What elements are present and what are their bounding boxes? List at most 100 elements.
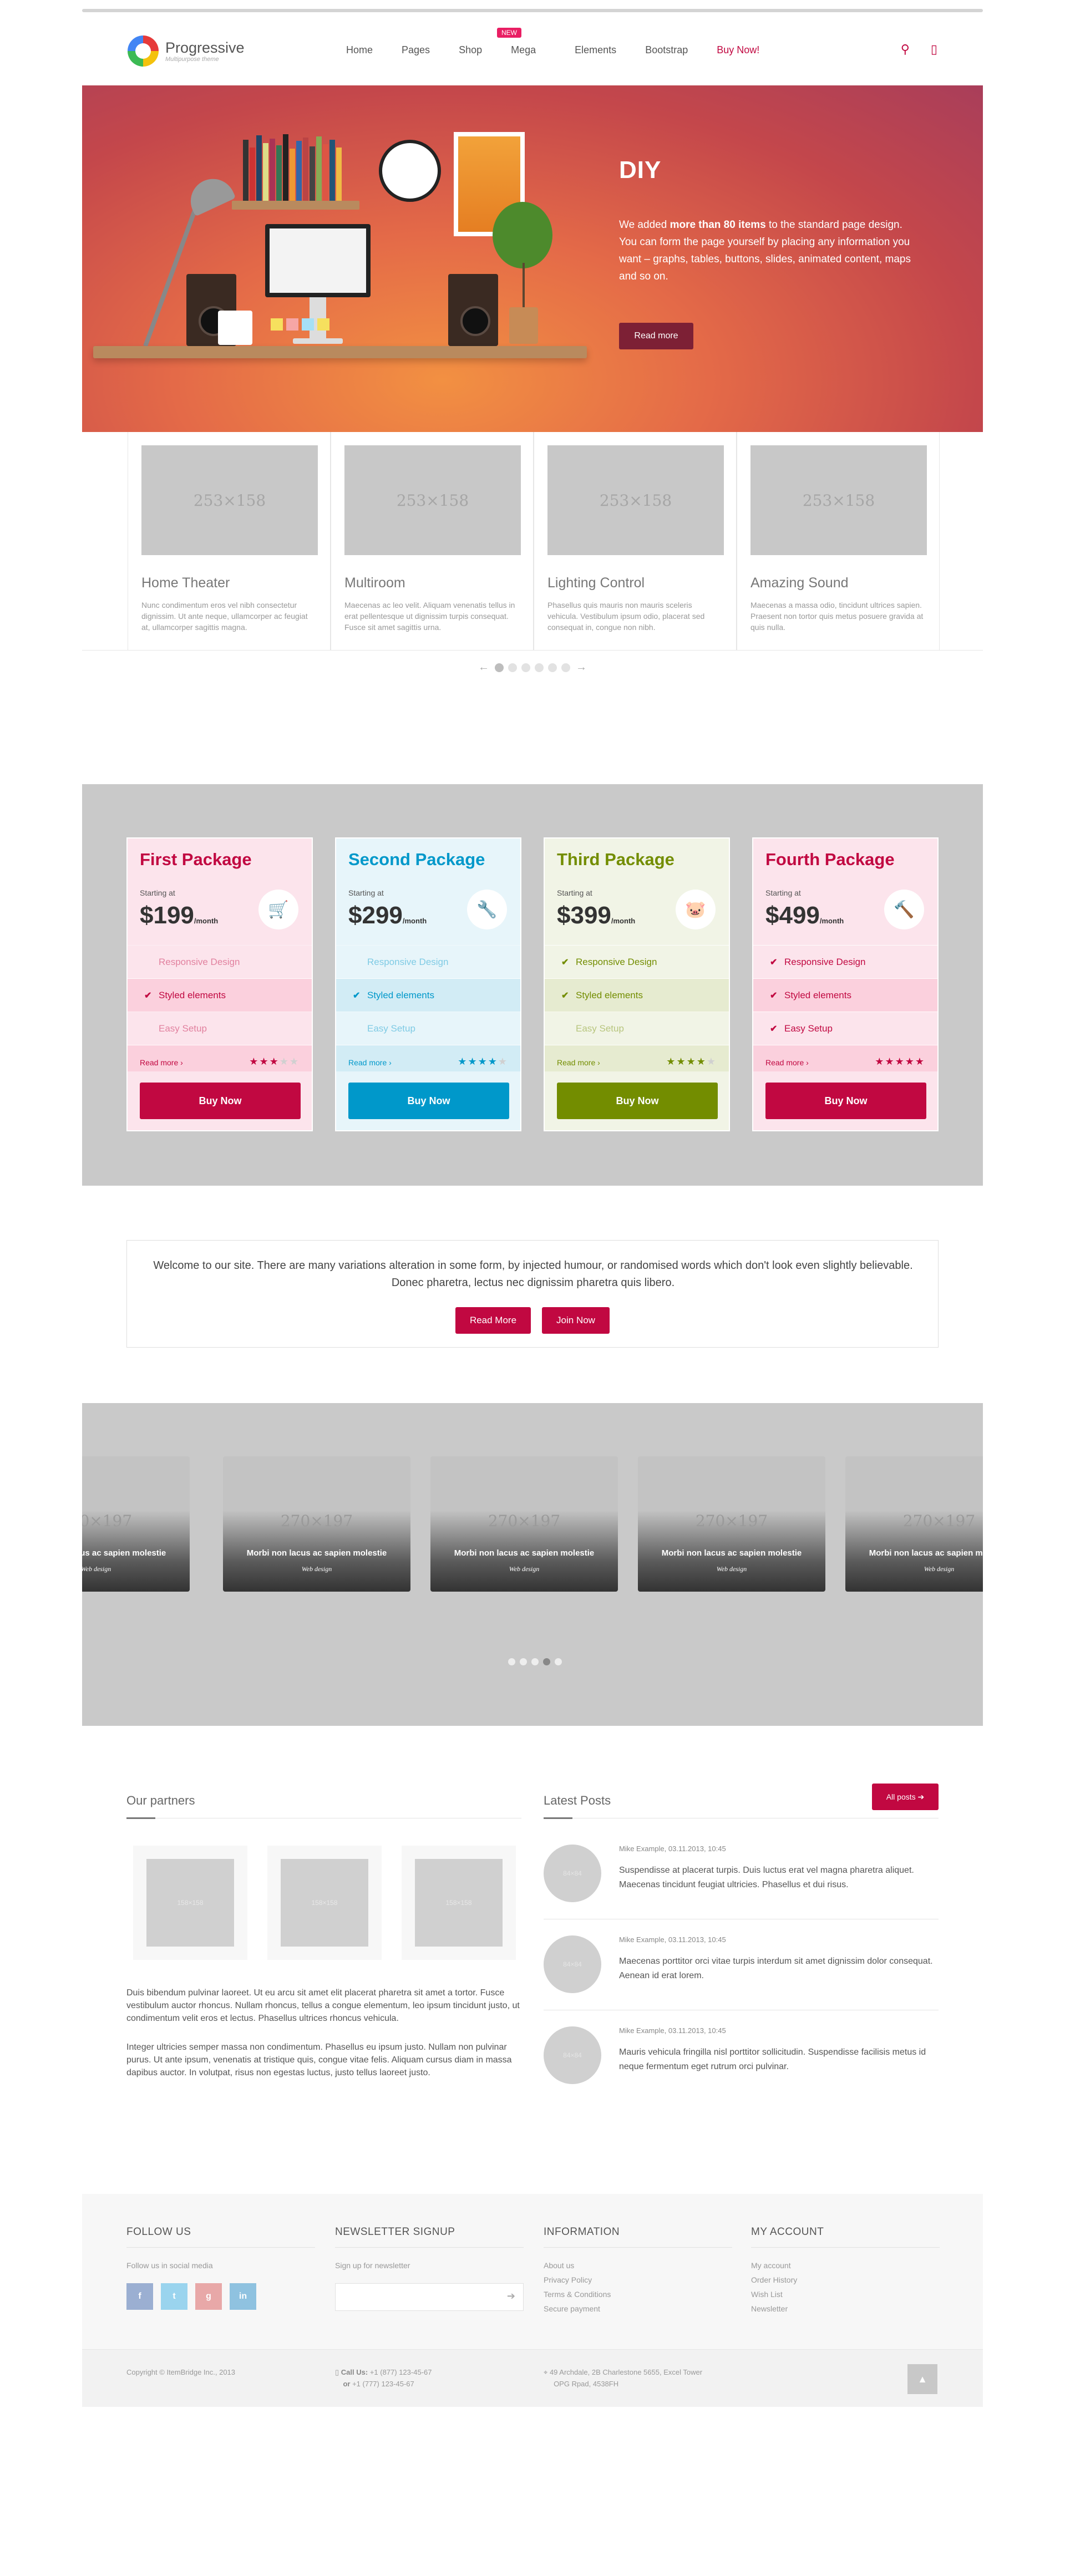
partner-logo[interactable]: 158×158 — [267, 1846, 382, 1960]
next-arrow-icon[interactable]: → — [576, 661, 587, 674]
google-plus-icon[interactable]: g — [195, 2283, 222, 2310]
pager-dot[interactable] — [495, 663, 504, 672]
read-more-button[interactable]: Read More — [455, 1307, 531, 1334]
footer-link[interactable]: Newsletter — [751, 2304, 940, 2313]
nav-mega[interactable]: Mega — [511, 44, 536, 56]
product-image[interactable]: 253×158 — [750, 445, 927, 555]
product-image[interactable]: 253×158 — [344, 445, 521, 555]
product-card[interactable]: 253×158 Home Theater Nunc condimentum er… — [128, 432, 331, 651]
post-text[interactable]: Suspendisse at placerat turpis. Duis luc… — [619, 1863, 939, 1892]
pager-dot[interactable] — [548, 663, 557, 672]
pager-dot[interactable] — [535, 663, 544, 672]
post-image[interactable]: 84×84 — [544, 1845, 601, 1902]
search-icon[interactable]: ⚲ — [901, 42, 910, 57]
portfolio-item[interactable]: 270×197 Morbi non lacus ac sapien molest… — [845, 1456, 983, 1592]
pager-dot[interactable] — [520, 1658, 527, 1665]
plan-read-more-link[interactable]: Read more › — [348, 1058, 392, 1067]
post-meta: Mike Example, 03.11.2013, 10:45 — [619, 1935, 726, 1944]
footer-link[interactable]: About us — [544, 2261, 732, 2270]
nav-pages[interactable]: Pages — [402, 44, 430, 56]
product-card[interactable]: 253×158 Amazing Sound Maecenas a massa o… — [737, 432, 940, 651]
portfolio-title[interactable]: Morbi non lacus ac sapien molestie — [845, 1548, 983, 1558]
plan-read-more-link[interactable]: Read more › — [765, 1058, 809, 1067]
join-now-button[interactable]: Join Now — [542, 1307, 610, 1334]
nav-shop[interactable]: Shop — [459, 44, 482, 56]
back-to-top-button[interactable]: ▲ — [907, 2364, 937, 2394]
linkedin-icon[interactable]: in — [230, 2283, 256, 2310]
product-title[interactable]: Home Theater — [141, 575, 230, 591]
pager-dot[interactable] — [555, 1658, 562, 1665]
product-image[interactable]: 253×158 — [547, 445, 724, 555]
pricing-plan: Second Package Starting at $299/month 🔧 Resp… — [335, 837, 521, 1131]
phone-icon: ▯ — [335, 2368, 339, 2376]
footer-link[interactable]: Terms & Conditions — [544, 2290, 732, 2299]
all-posts-button[interactable]: All posts ➔ — [872, 1784, 939, 1810]
nav-buy-now[interactable]: Buy Now! — [717, 44, 759, 56]
footer-link[interactable]: Secure payment — [544, 2304, 732, 2313]
product-image[interactable]: 253×158 — [141, 445, 318, 555]
partner-logo[interactable]: 158×158 — [133, 1846, 247, 1960]
newsletter-email-input[interactable] — [336, 2284, 496, 2309]
plan-rating: ★★★★★ — [249, 1056, 300, 1067]
pricing-plan: Third Package Starting at $399/month 🐷 ✔ Resp… — [544, 837, 730, 1131]
portfolio-item[interactable]: 270×197 Morbi non lacus ac sapien molest… — [430, 1456, 618, 1592]
check-icon: ✔ — [770, 957, 778, 967]
product-card[interactable]: 253×158 Multiroom Maecenas ac leo velit.… — [331, 432, 534, 651]
plan-feature: ✔ Styled elements — [753, 978, 937, 1012]
post-image[interactable]: 84×84 — [544, 1935, 601, 1993]
footer-link[interactable]: Privacy Policy — [544, 2275, 732, 2284]
footer-link[interactable]: Order History — [751, 2275, 940, 2284]
prev-arrow-icon[interactable]: ← — [478, 661, 489, 674]
pager-dot[interactable] — [521, 663, 530, 672]
piggy-bank-icon: 🐷 — [676, 890, 716, 929]
mobile-icon[interactable]: ▯ — [931, 42, 937, 57]
pager-dot[interactable] — [561, 663, 570, 672]
portfolio-item[interactable]: 270×197 Morbi non lacus ac sapien molest… — [638, 1456, 825, 1592]
portfolio-item[interactable]: 270×197 Morbi non lacus ac sapien molest… — [223, 1456, 410, 1592]
pager-dot[interactable] — [543, 1658, 550, 1665]
post-item[interactable]: 84×84 Mike Example, 03.11.2013, 10:45 Ma… — [544, 2026, 939, 2116]
new-badge: NEW — [497, 28, 521, 38]
post-meta: Mike Example, 03.11.2013, 10:45 — [619, 1845, 726, 1853]
pager-dot[interactable] — [508, 663, 517, 672]
plan-read-more-link[interactable]: Read more › — [557, 1058, 600, 1067]
footer-link[interactable]: My account — [751, 2261, 940, 2270]
nav-elements[interactable]: Elements — [575, 44, 616, 56]
partner-logo[interactable]: 158×158 — [402, 1846, 516, 1960]
nav-bootstrap[interactable]: Bootstrap — [645, 44, 688, 56]
plan-name: Third Package — [557, 850, 674, 869]
logo[interactable]: Progressive Multipurpose theme — [128, 35, 245, 67]
portfolio-title[interactable]: Morbi non lacus ac sapien molestie — [430, 1548, 618, 1558]
buy-now-button[interactable]: Buy Now — [765, 1083, 926, 1119]
plan-read-more-link[interactable]: Read more › — [140, 1058, 183, 1067]
post-text[interactable]: Mauris vehicula fringilla nisl porttitor… — [619, 2045, 939, 2074]
portfolio-title[interactable]: Morbi non lacus ac sapien molestie — [638, 1548, 825, 1558]
portfolio-item[interactable]: 270×197 Morbi non lacus ac sapien molest… — [82, 1456, 190, 1592]
newsletter-field: ➔ — [335, 2283, 524, 2311]
nav-home[interactable]: Home — [346, 44, 373, 56]
plan-feature: ✔ Styled elements — [336, 978, 520, 1012]
product-title[interactable]: Multiroom — [344, 575, 405, 591]
post-image[interactable]: 84×84 — [544, 2026, 601, 2084]
product-title[interactable]: Amazing Sound — [750, 575, 849, 591]
portfolio-carousel: 270×197 Morbi non lacus ac sapien molest… — [82, 1403, 983, 1726]
post-text[interactable]: Maecenas porttitor orci vitae turpis int… — [619, 1954, 939, 1983]
pager-dot[interactable] — [508, 1658, 515, 1665]
buy-now-button[interactable]: Buy Now — [348, 1083, 509, 1119]
arrow-right-icon[interactable]: ➔ — [507, 2290, 515, 2302]
facebook-icon[interactable]: f — [126, 2283, 153, 2310]
post-item[interactable]: 84×84 Mike Example, 03.11.2013, 10:45 Su… — [544, 1845, 939, 1934]
plan-name: First Package — [140, 850, 252, 869]
post-item[interactable]: 84×84 Mike Example, 03.11.2013, 10:45 Ma… — [544, 1935, 939, 2025]
product-card[interactable]: 253×158 Lighting Control Phasellus quis … — [534, 432, 737, 651]
buy-now-button[interactable]: Buy Now — [140, 1083, 301, 1119]
logo-name: Progressive — [165, 39, 245, 56]
portfolio-title[interactable]: Morbi non lacus ac sapien molestie — [82, 1548, 190, 1558]
portfolio-title[interactable]: Morbi non lacus ac sapien molestie — [223, 1548, 410, 1558]
pager-dot[interactable] — [531, 1658, 539, 1665]
twitter-icon[interactable]: t — [161, 2283, 187, 2310]
buy-now-button[interactable]: Buy Now — [557, 1083, 718, 1119]
product-title[interactable]: Lighting Control — [547, 575, 645, 591]
hero-read-more-button[interactable]: Read more — [619, 323, 693, 349]
footer-link[interactable]: Wish List — [751, 2290, 940, 2299]
